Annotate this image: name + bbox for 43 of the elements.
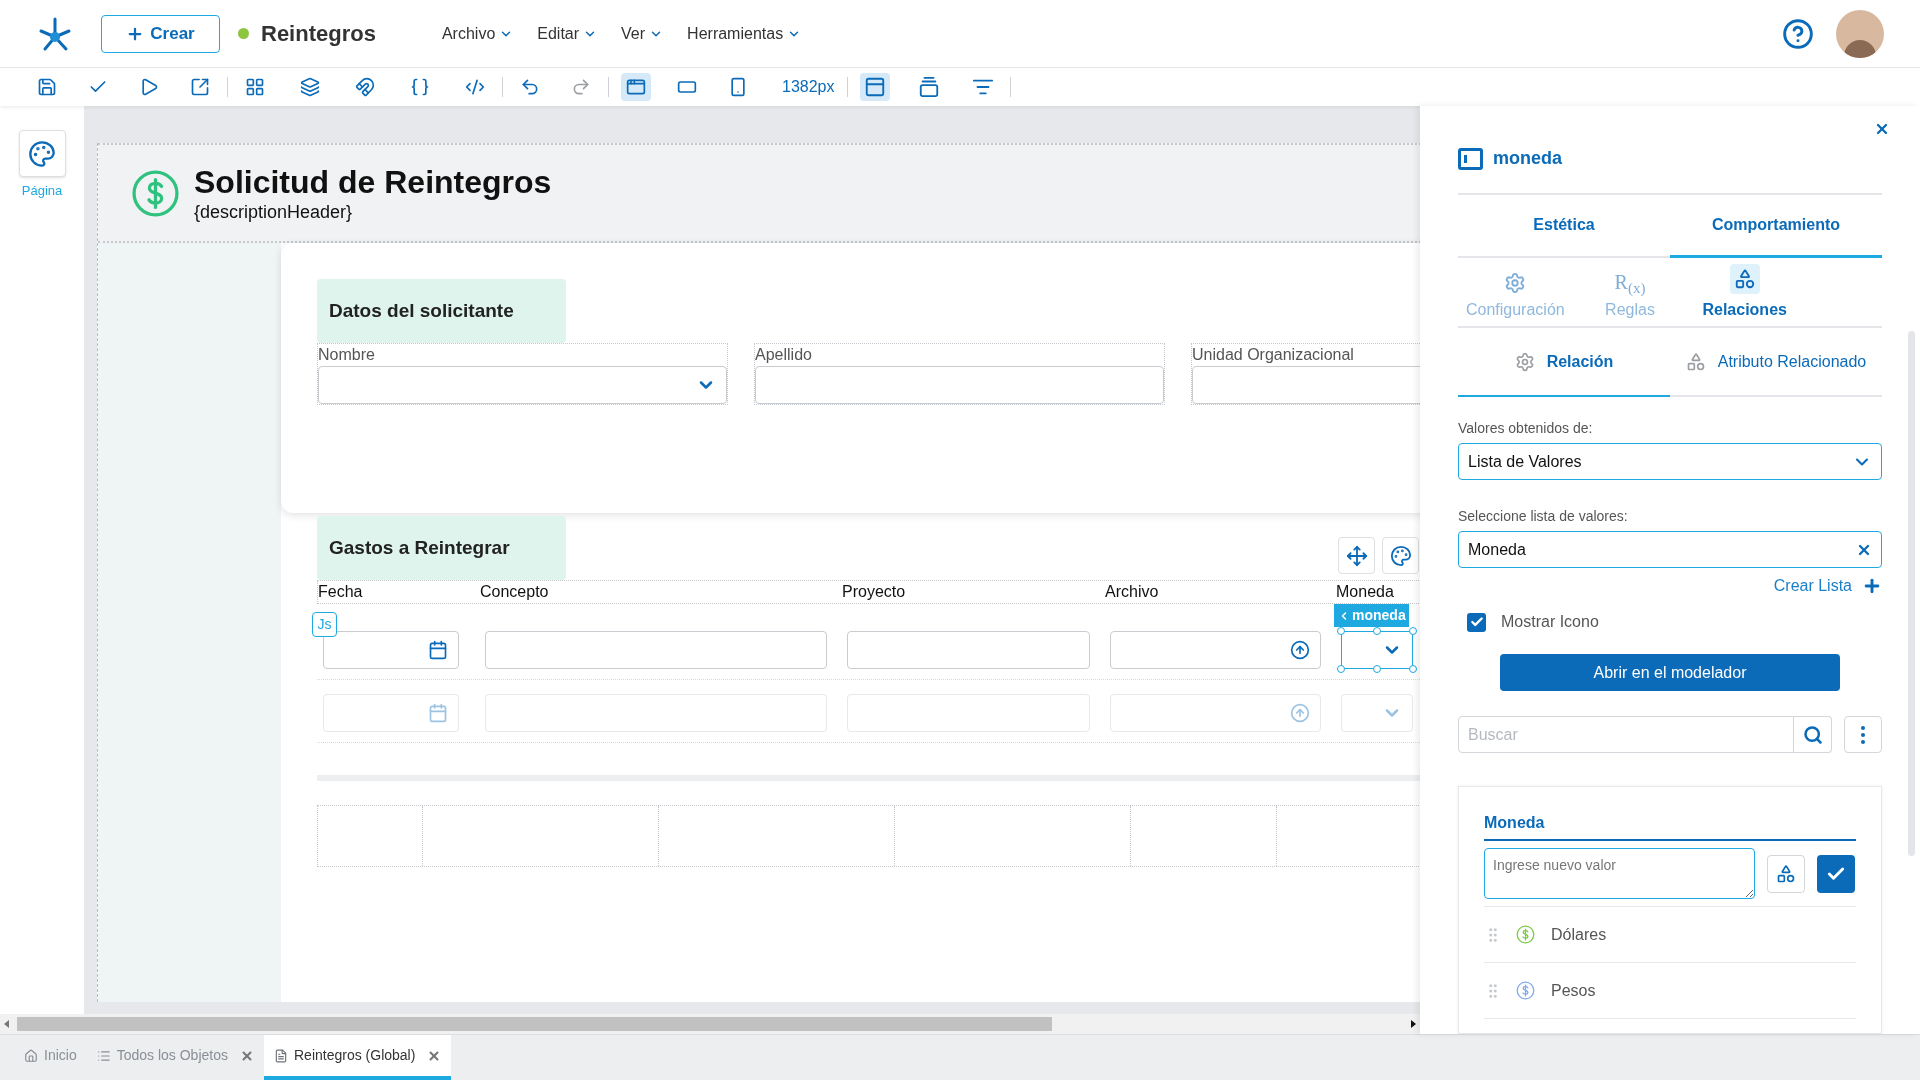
document-tab[interactable]: Inicio bbox=[14, 1035, 87, 1080]
column-header: Proyecto bbox=[842, 582, 907, 602]
value-label: Pesos bbox=[1551, 980, 1596, 1001]
form-subtitle: {descriptionHeader} bbox=[194, 201, 354, 223]
subtab[interactable]: Relaciones bbox=[1687, 258, 1802, 326]
menu-item[interactable]: Herramientas bbox=[687, 21, 802, 46]
width-reading: 1382px bbox=[782, 77, 835, 97]
document-tab[interactable]: Todos los Objetos bbox=[86, 1035, 264, 1080]
source-select[interactable]: Lista de Valores bbox=[1458, 443, 1882, 480]
relation-tab[interactable]: Atributo Relacionado bbox=[1670, 328, 1882, 397]
script-badge[interactable]: Js bbox=[312, 612, 337, 637]
menu-item[interactable]: Editar bbox=[537, 21, 598, 46]
section-title: Datos del solicitante bbox=[317, 279, 566, 343]
field-label: Seleccione lista de valores: bbox=[1458, 507, 1629, 526]
column-header: Fecha bbox=[318, 582, 364, 602]
menu-item[interactable]: Ver bbox=[621, 21, 664, 46]
field-label: Valores obtenidos de: bbox=[1458, 419, 1594, 438]
checkbox-label: Mostrar Icono bbox=[1501, 612, 1599, 632]
open-modeler-button[interactable]: Abrir en el modelador bbox=[1500, 654, 1840, 691]
section-title: Gastos a Reintegrar bbox=[317, 516, 566, 580]
field-label: Unidad Organizacional bbox=[1192, 345, 1355, 365]
panel-title: moneda bbox=[1493, 147, 1562, 170]
column-header: Concepto bbox=[480, 582, 550, 602]
form-title: Solicitud de Reintegros bbox=[194, 163, 552, 201]
document-tab[interactable]: Reintegros (Global) bbox=[264, 1035, 452, 1080]
app-name: Reintegros bbox=[261, 20, 376, 48]
field-label: Apellido bbox=[755, 345, 813, 365]
create-button[interactable]: Crear bbox=[101, 14, 220, 53]
search-field[interactable]: Buscar bbox=[1458, 716, 1794, 753]
field-label: Nombre bbox=[318, 345, 376, 365]
new-value-field[interactable]: Ingrese nuevo valor bbox=[1484, 848, 1755, 899]
value-label: Dólares bbox=[1551, 924, 1607, 945]
card-title: Moneda bbox=[1484, 811, 1856, 841]
column-header: Archivo bbox=[1105, 582, 1160, 602]
panel-tab[interactable]: Estética bbox=[1458, 195, 1670, 258]
formula-icon: R$_{(x)}$ bbox=[1614, 270, 1646, 294]
list-select[interactable]: Moneda bbox=[1458, 531, 1882, 568]
column-header: Moneda bbox=[1336, 582, 1395, 602]
create-list-link[interactable]: Crear Lista bbox=[1773, 574, 1882, 598]
page-label: Página bbox=[21, 182, 63, 200]
panel-tab[interactable]: Comportamiento bbox=[1670, 195, 1882, 258]
menu-item[interactable]: Archivo bbox=[441, 21, 514, 46]
relation-tab[interactable]: Relación bbox=[1458, 328, 1670, 397]
